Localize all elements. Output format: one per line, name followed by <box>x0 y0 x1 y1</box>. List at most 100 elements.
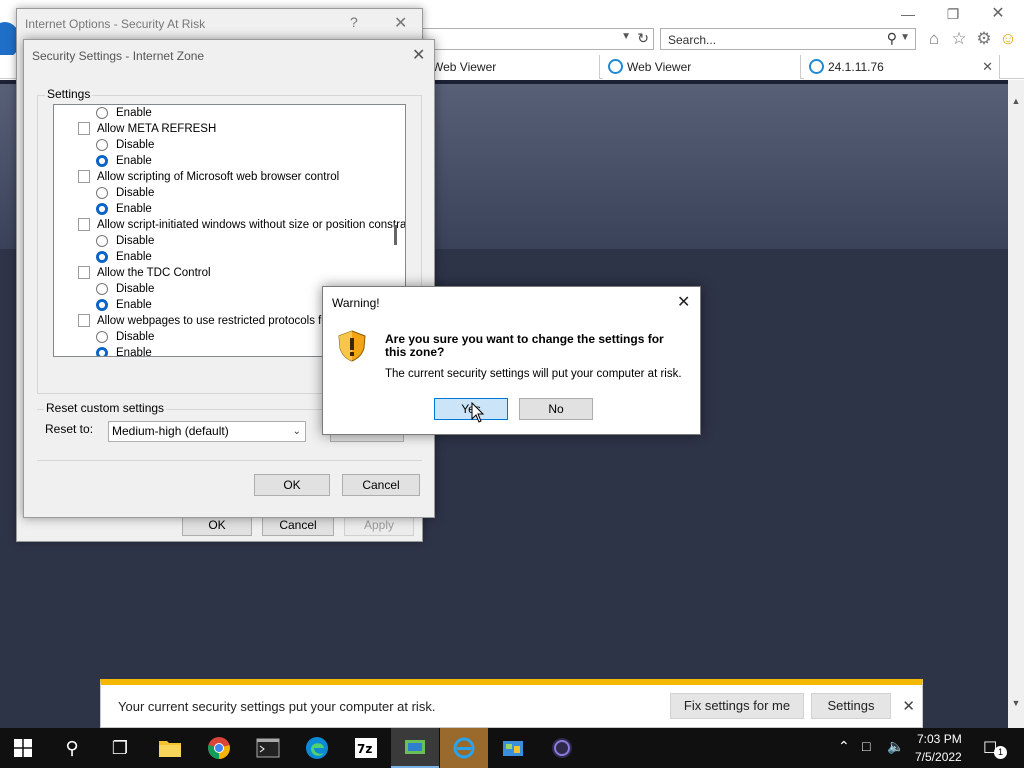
edge-button[interactable] <box>293 728 341 768</box>
option-label: Disable <box>116 139 155 151</box>
setting-icon <box>78 266 90 279</box>
gear-icon[interactable]: ⚙ <box>973 28 995 50</box>
restore-button[interactable]: ❐ <box>941 4 965 24</box>
close-icon[interactable]: ✕ <box>412 45 425 65</box>
task-view-button[interactable]: ❐ <box>96 728 144 768</box>
close-tab-icon[interactable]: ✕ <box>982 55 993 79</box>
tab-web-viewer-2[interactable]: Web Viewer <box>603 55 801 79</box>
option-label: Enable <box>116 347 152 357</box>
mouse-cursor-icon <box>471 402 485 423</box>
search-placeholder: Search... <box>668 33 717 47</box>
chevron-up-icon[interactable]: ⌃ <box>838 738 850 755</box>
volume-icon[interactable]: 🔈 <box>887 738 904 755</box>
terminal-icon <box>256 738 280 758</box>
dialog-title: Internet Options - Security At Risk <box>25 17 206 31</box>
help-button[interactable]: ? <box>350 14 358 30</box>
file-explorer-button[interactable] <box>146 728 194 768</box>
windows-logo-icon <box>14 739 32 757</box>
ie-icon <box>809 59 824 74</box>
tab-active[interactable]: 24.1.11.76 ✕ <box>804 55 1000 79</box>
internet-explorer-icon <box>453 737 475 759</box>
option-label: Disable <box>116 283 155 295</box>
close-icon[interactable]: ✕ <box>394 13 407 33</box>
control-panel-button[interactable] <box>489 728 537 768</box>
search-dropdown-icon[interactable]: ▼ <box>900 32 910 43</box>
radio-button-selected[interactable] <box>96 347 108 356</box>
tab-label: 24.1.11.76 <box>828 60 884 74</box>
address-bar[interactable]: ▼ ↻ <box>420 28 654 50</box>
setting-icon <box>78 218 90 231</box>
radio-button[interactable] <box>96 107 108 119</box>
obs-icon <box>552 738 572 758</box>
taskbar: ⚲ ❐ 7z ⌃ □ 🔈 7:03 PM 7/5/2022 ☐ 1 <box>0 728 1024 768</box>
refresh-icon[interactable]: ↻ <box>637 30 649 47</box>
page-scrollbar[interactable]: ▲ ▼ <box>1008 80 1024 728</box>
scroll-up-icon[interactable]: ▲ <box>1008 96 1024 106</box>
folder-icon <box>159 741 181 757</box>
clock-date[interactable]: 7/5/2022 <box>915 750 962 764</box>
no-button[interactable]: No <box>519 398 593 420</box>
start-button[interactable] <box>0 728 48 768</box>
option-label: Enable <box>116 203 152 215</box>
radio-button[interactable] <box>96 331 108 343</box>
category-label: Allow script-initiated windows without s… <box>97 219 406 231</box>
ok-button[interactable]: OK <box>254 474 330 496</box>
scroll-down-icon[interactable]: ▼ <box>1008 698 1024 708</box>
tab-web-viewer-1[interactable]: Web Viewer <box>408 55 600 79</box>
radio-button-selected[interactable] <box>96 203 108 215</box>
svg-text:7z: 7z <box>357 742 372 756</box>
favorites-star-icon[interactable]: ☆ <box>948 28 970 50</box>
option-label: Enable <box>116 251 152 263</box>
minimize-button[interactable]: — <box>896 4 920 24</box>
cancel-button[interactable]: Cancel <box>342 474 420 496</box>
radio-button-selected[interactable] <box>96 155 108 167</box>
radio-button-selected[interactable] <box>96 299 108 311</box>
warning-dialog: Warning! ✕ Are you sure you want to chan… <box>322 286 701 435</box>
security-notification-bar: Your current security settings put your … <box>100 679 923 728</box>
reset-to-label: Reset to: <box>45 422 94 436</box>
fix-settings-button[interactable]: Fix settings for me <box>670 693 804 719</box>
category-label: Allow scripting of Microsoft web browser… <box>97 171 340 183</box>
ie-icon <box>608 59 623 74</box>
search-icon[interactable]: ⚲ <box>887 30 897 47</box>
search-box[interactable]: Search... ⚲ ▼ <box>660 28 916 50</box>
chrome-button[interactable] <box>195 728 243 768</box>
home-icon[interactable]: ⌂ <box>923 28 945 50</box>
network-app-button[interactable] <box>391 728 439 768</box>
radio-button[interactable] <box>96 139 108 151</box>
address-dropdown-icon[interactable]: ▼ <box>621 31 631 42</box>
close-icon[interactable]: ✕ <box>677 292 690 312</box>
close-button[interactable]: ✕ <box>986 4 1010 24</box>
radio-button[interactable] <box>96 235 108 247</box>
category-label: Allow META REFRESH <box>97 123 217 135</box>
edge-icon <box>306 737 328 759</box>
category-label: Allow webpages to use restricted protoco… <box>97 315 342 327</box>
network-app-icon <box>405 740 425 754</box>
notification-message: Your current security settings put your … <box>118 699 436 714</box>
close-notification-icon[interactable]: ✕ <box>902 697 915 715</box>
settings-button[interactable]: Settings <box>811 693 891 719</box>
7zip-button[interactable]: 7z <box>342 728 390 768</box>
option-label: Disable <box>116 235 155 247</box>
category-label: Allow the TDC Control <box>97 267 211 279</box>
radio-button[interactable] <box>96 187 108 199</box>
clock-time[interactable]: 7:03 PM <box>917 732 962 746</box>
warning-info: The current security settings will put y… <box>385 368 682 380</box>
control-panel-icon <box>503 741 523 756</box>
security-shield-icon <box>338 330 366 362</box>
task-view-icon: ❐ <box>111 738 129 758</box>
terminal-button[interactable] <box>244 728 292 768</box>
network-icon[interactable]: □ <box>862 738 870 754</box>
internet-explorer-button[interactable] <box>440 728 488 768</box>
list-vertical-scrollbar[interactable] <box>394 225 397 245</box>
radio-button-selected[interactable] <box>96 251 108 263</box>
reset-to-select[interactable]: Medium-high (default) ⌄ <box>108 421 306 442</box>
obs-button[interactable] <box>538 728 586 768</box>
option-label: Disable <box>116 331 155 343</box>
search-taskbar-button[interactable]: ⚲ <box>48 728 96 768</box>
tab-label: Web Viewer <box>432 60 497 74</box>
radio-button[interactable] <box>96 283 108 295</box>
setting-icon <box>78 314 90 327</box>
smiley-feedback-icon[interactable]: ☺ <box>997 28 1019 50</box>
tab-label: Web Viewer <box>627 60 692 74</box>
